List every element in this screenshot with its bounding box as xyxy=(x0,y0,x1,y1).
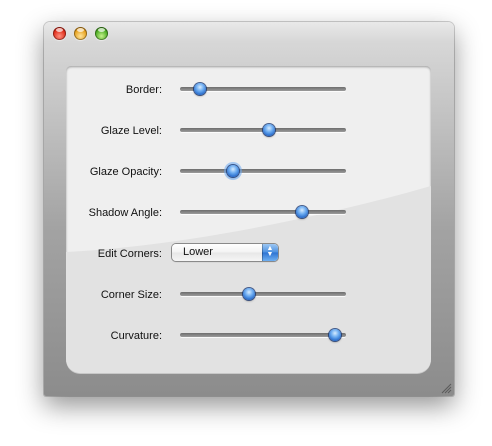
glaze-level-slider[interactable] xyxy=(180,122,346,138)
corner-size-slider[interactable] xyxy=(180,286,346,302)
shadow-angle-slider[interactable] xyxy=(180,204,346,220)
corner-size-label: Corner Size: xyxy=(100,289,162,301)
slider-knob[interactable] xyxy=(329,329,341,341)
shadow-angle-label: Shadow Angle: xyxy=(88,207,162,219)
slider-knob[interactable] xyxy=(295,206,308,218)
slider-knob[interactable] xyxy=(242,288,255,300)
slider-track[interactable] xyxy=(180,292,346,296)
border-label: Border: xyxy=(125,84,162,96)
slider-track[interactable] xyxy=(180,169,346,173)
close-icon[interactable] xyxy=(53,27,66,40)
edit-corners-popup[interactable]: Lower ▲ ▼ xyxy=(172,244,278,261)
curvature-label: Curvature: xyxy=(110,330,162,342)
edit-corners-value: Lower xyxy=(183,246,213,258)
zoom-icon[interactable] xyxy=(95,27,108,40)
glaze-opacity-slider[interactable] xyxy=(180,163,346,179)
minimize-icon[interactable] xyxy=(74,27,87,40)
glaze-level-label: Glaze Level: xyxy=(100,125,162,137)
slider-track[interactable] xyxy=(180,210,346,214)
glaze-opacity-label: Glaze Opacity: xyxy=(89,166,162,178)
border-slider[interactable] xyxy=(180,81,346,97)
slider-knob[interactable] xyxy=(193,83,206,95)
edit-corners-label: Edit Corners: xyxy=(97,248,162,260)
resize-grip-icon[interactable] xyxy=(440,382,452,394)
curvature-slider[interactable] xyxy=(180,327,346,343)
title-bar[interactable] xyxy=(44,22,454,46)
slider-track[interactable] xyxy=(180,333,346,337)
slider-knob[interactable] xyxy=(226,165,239,177)
slider-knob[interactable] xyxy=(262,124,275,136)
popup-arrows-icon[interactable]: ▲ ▼ xyxy=(262,244,278,261)
